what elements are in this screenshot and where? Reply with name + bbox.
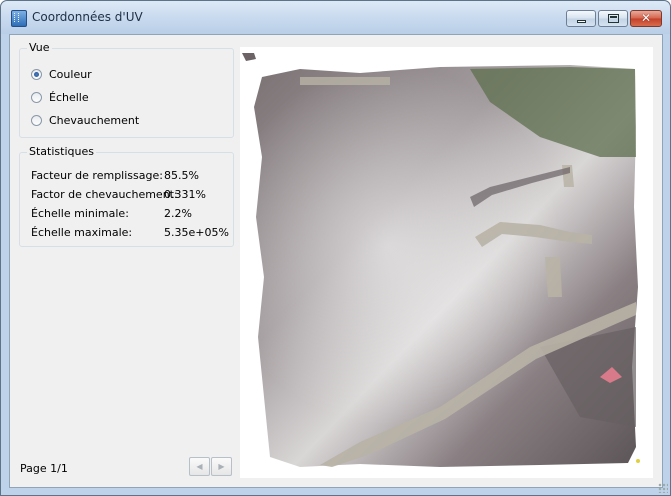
film-icon xyxy=(11,10,27,27)
stat-value-min-scale: 2.2% xyxy=(164,207,192,220)
radio-label: Échelle xyxy=(49,90,89,104)
stat-value-overlap-factor: 0.331% xyxy=(164,188,206,201)
radio-indicator[interactable] xyxy=(31,114,42,126)
statistics-group-title: Statistiques xyxy=(27,145,96,158)
minimize-button[interactable] xyxy=(566,10,596,27)
stat-label-fill-factor: Facteur de remplissage: xyxy=(31,169,163,182)
radio-indicator-checked[interactable] xyxy=(31,68,42,80)
uv-texture-image xyxy=(242,53,640,467)
stat-label-min-scale: Échelle minimale: xyxy=(31,207,129,220)
maximize-icon xyxy=(608,14,619,23)
next-page-button[interactable]: ▶ xyxy=(211,457,232,476)
close-icon: ✕ xyxy=(640,11,652,25)
view-group: Vue Couleur Échelle Chevauchement xyxy=(19,41,234,138)
close-button[interactable]: ✕ xyxy=(630,10,662,27)
previous-page-button[interactable]: ◀ xyxy=(189,457,210,476)
radio-couleur[interactable]: Couleur xyxy=(31,66,92,82)
client-area: Vue Couleur Échelle Chevauchement Statis… xyxy=(9,34,663,488)
stat-label-max-scale: Échelle maximale: xyxy=(31,226,133,239)
maximize-button[interactable] xyxy=(598,10,628,27)
radio-chevauchement[interactable]: Chevauchement xyxy=(31,112,139,128)
minimize-icon xyxy=(577,20,586,23)
arrow-left-icon: ◀ xyxy=(196,462,203,471)
resize-grip[interactable] xyxy=(658,483,668,493)
radio-label: Couleur xyxy=(49,67,92,81)
view-group-title: Vue xyxy=(27,41,52,54)
page-indicator: Page 1/1 xyxy=(20,462,68,475)
uv-coordinates-window: Coordonnées d'UV ✕ Vue Couleur Échelle C… xyxy=(0,0,671,496)
stat-value-max-scale: 5.35e+05% xyxy=(164,226,229,239)
radio-echelle[interactable]: Échelle xyxy=(31,89,89,105)
radio-indicator[interactable] xyxy=(31,91,42,103)
stat-label-overlap-factor: Factor de chevauchement: xyxy=(31,188,178,201)
title-bar[interactable]: Coordonnées d'UV ✕ xyxy=(1,1,670,34)
window-title: Coordonnées d'UV xyxy=(32,10,143,24)
statistics-group: Statistiques Facteur de remplissage: 85.… xyxy=(19,145,234,247)
uv-texture-preview xyxy=(240,47,653,478)
arrow-right-icon: ▶ xyxy=(218,462,225,471)
radio-label: Chevauchement xyxy=(49,113,140,127)
stat-value-fill-factor: 85.5% xyxy=(164,169,199,182)
